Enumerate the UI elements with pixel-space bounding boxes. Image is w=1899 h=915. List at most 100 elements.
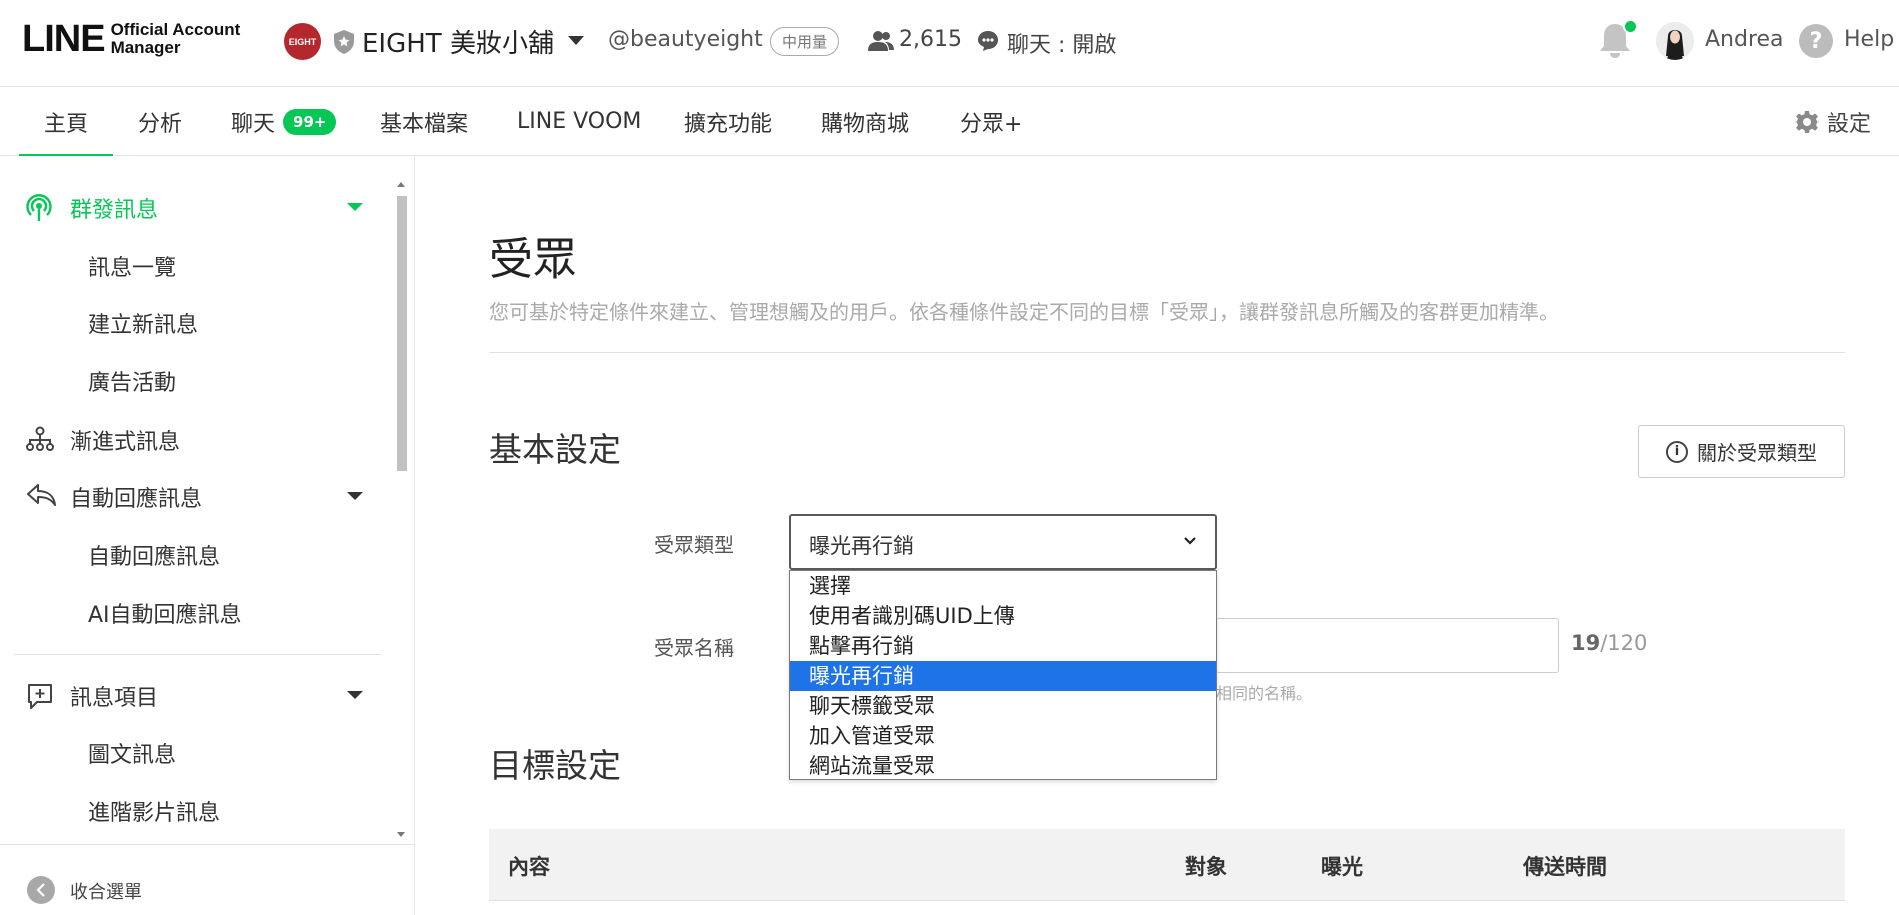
tab-profile[interactable]: 基本檔案: [380, 87, 468, 156]
tab-label: 聊天: [231, 111, 276, 137]
about-audience-types-button[interactable]: i 關於受眾類型: [1638, 425, 1845, 478]
broadcast-icon: [26, 194, 52, 221]
settings-label: 設定: [1827, 111, 1872, 137]
help-link[interactable]: Help: [1844, 27, 1894, 52]
tab-label: 基本檔案: [380, 111, 469, 137]
name-char-count: 19: [1571, 631, 1601, 655]
top-header: LINE Official Account Manager EIGHT EIGH…: [0, 0, 1899, 87]
account-avatar[interactable]: EIGHT: [284, 23, 321, 60]
column-header-target: 對象: [1185, 855, 1227, 879]
reply-icon: [27, 484, 56, 506]
help-icon[interactable]: ?: [1799, 24, 1833, 58]
tab-segments-plus[interactable]: 分眾+: [960, 87, 1022, 156]
tab-label: 分眾+: [960, 111, 1023, 137]
dropdown-option[interactable]: 選擇: [790, 571, 1216, 601]
info-icon: i: [1666, 440, 1688, 463]
dropdown-option-selected[interactable]: 曝光再行銷: [790, 661, 1216, 691]
name-char-max: /120: [1600, 631, 1648, 655]
tab-label: 分析: [138, 111, 183, 137]
audience-type-label: 受眾類型: [654, 533, 734, 557]
name-hint: 相同的名稱。: [1216, 684, 1313, 703]
sidebar-group-label: 群發訊息: [70, 198, 159, 223]
tab-home[interactable]: 主頁: [18, 87, 114, 157]
friends-count: 2,615: [899, 27, 962, 52]
dropdown-option[interactable]: 加入管道受眾: [790, 721, 1216, 751]
audience-name-label: 受眾名稱: [654, 636, 734, 660]
dropdown-option[interactable]: 聊天標籤受眾: [790, 691, 1216, 721]
notification-dot: [1623, 19, 1638, 34]
collapse-menu-button[interactable]: 收合選單: [0, 844, 414, 915]
user-name[interactable]: Andrea: [1705, 27, 1784, 52]
logo-sub-text: Official Account Manager: [111, 21, 241, 57]
sidebar: 群發訊息 訊息一覽 建立新訊息 廣告活動 漸進式訊息 自動回應訊息 自動回應訊息…: [0, 156, 415, 915]
sidebar-item-auto-reply[interactable]: 自動回應訊息: [88, 539, 220, 571]
audience-name-input[interactable]: [1216, 618, 1559, 673]
tab-label: 擴充功能: [684, 111, 773, 137]
chat-unread-badge: 99+: [283, 108, 337, 135]
chevron-down-icon: [1184, 537, 1196, 545]
account-switch-caret-icon[interactable]: [568, 36, 584, 45]
dropdown-option[interactable]: 點擊再行銷: [790, 631, 1216, 661]
sidebar-item-ad-campaign[interactable]: 廣告活動: [88, 365, 176, 397]
chat-bubble-icon: [978, 31, 998, 51]
shield-icon: [334, 30, 354, 54]
sidebar-group-broadcast[interactable]: 群發訊息: [0, 178, 395, 236]
audience-type-dropdown-list: 選擇 使用者識別碼UID上傳 點擊再行銷 曝光再行銷 聊天標籤受眾 加入管道受眾…: [789, 570, 1217, 780]
sidebar-group-label: 訊息項目: [70, 686, 159, 711]
settings-link[interactable]: 設定: [1795, 87, 1871, 156]
sidebar-item-message-list[interactable]: 訊息一覽: [88, 250, 176, 282]
chevron-down-icon: [347, 691, 363, 699]
sidebar-scroll-thumb[interactable]: [397, 196, 407, 471]
table-header: 內容 對象 曝光 傳送時間: [489, 829, 1845, 901]
chevron-left-icon: [27, 876, 55, 904]
tab-line-voom[interactable]: LINE VOOM: [517, 87, 641, 156]
dropdown-option[interactable]: 網站流量受眾: [790, 751, 1216, 781]
logo-sub-line2: Manager: [110, 38, 181, 57]
avatar[interactable]: [1656, 22, 1694, 60]
chevron-down-icon: [347, 203, 363, 211]
audience-type-selected-value: 曝光再行銷: [809, 534, 914, 558]
section-title-basic: 基本設定: [489, 430, 621, 469]
line-oam-logo[interactable]: LINE Official Account Manager: [22, 20, 240, 58]
tab-extensions[interactable]: 擴充功能: [684, 87, 772, 156]
tab-label: 主頁: [44, 111, 89, 137]
scroll-up-arrow-icon[interactable]: [397, 182, 405, 187]
account-name[interactable]: EIGHT 美妝小舖: [362, 23, 554, 60]
page-divider: [489, 352, 1845, 353]
sidebar-item-rich-message[interactable]: 圖文訊息: [88, 737, 176, 769]
chat-status[interactable]: 聊天 : 開啟: [1007, 27, 1116, 59]
tab-analytics[interactable]: 分析: [138, 87, 182, 156]
collapse-menu-label: 收合選單: [70, 882, 142, 903]
tab-label: 購物商城: [821, 111, 910, 137]
add-message-icon: [28, 684, 52, 709]
tab-chat[interactable]: 聊天 99+: [231, 87, 337, 156]
sidebar-item-ai-auto-reply[interactable]: AI自動回應訊息: [88, 597, 242, 629]
plan-badge: 中用量: [770, 27, 840, 56]
sidebar-item-rich-video[interactable]: 進階影片訊息: [88, 795, 220, 827]
audience-type-select[interactable]: 曝光再行銷: [789, 514, 1217, 570]
sidebar-divider: [14, 654, 381, 655]
logo-sub-line1: Official Account: [110, 20, 241, 39]
dropdown-option[interactable]: 使用者識別碼UID上傳: [790, 601, 1216, 631]
logo-main-text: LINE: [22, 18, 106, 60]
column-header-send-time: 傳送時間: [1523, 855, 1607, 879]
page-title: 受眾: [489, 234, 577, 285]
tab-shopping[interactable]: 購物商城: [821, 87, 909, 156]
account-id: @beautyeight: [608, 27, 763, 52]
sidebar-group-auto-reply[interactable]: 自動回應訊息: [0, 467, 395, 525]
sidebar-group-label: 自動回應訊息: [70, 487, 203, 512]
gear-icon: [1795, 110, 1819, 133]
column-header-content: 內容: [508, 855, 550, 879]
tab-label: LINE VOOM: [517, 109, 642, 134]
sidebar-group-step-messages[interactable]: 漸進式訊息: [0, 410, 395, 468]
column-header-impressions: 曝光: [1321, 855, 1363, 879]
scroll-down-arrow-icon[interactable]: [397, 832, 405, 837]
sidebar-item-create-message[interactable]: 建立新訊息: [88, 307, 198, 339]
main-nav: 主頁 分析 聊天 99+ 基本檔案 LINE VOOM 擴充功能 購物商城 分眾…: [0, 87, 1899, 157]
name-char-counter: 19/120: [1571, 631, 1647, 655]
friends-icon: [868, 31, 894, 51]
about-button-label: 關於受眾類型: [1697, 441, 1817, 465]
page-description: 您可基於特定條件來建立、管理想觸及的用戶。依各種條件設定不同的目標「受眾」，讓群…: [489, 300, 1559, 324]
sidebar-group-message-items[interactable]: 訊息項目: [0, 666, 395, 724]
hierarchy-icon: [26, 426, 54, 451]
